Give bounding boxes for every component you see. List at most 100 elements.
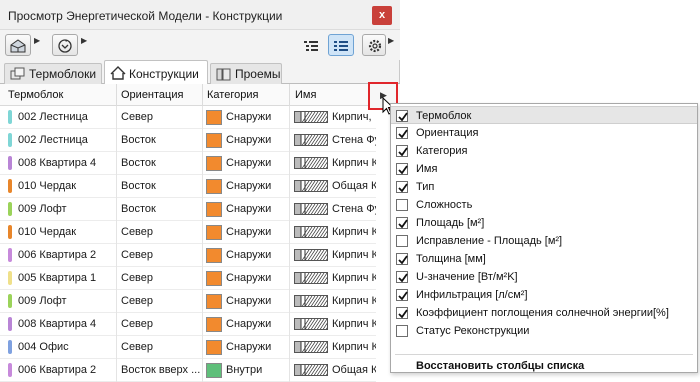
table-row[interactable]: 005 Квартира 1 Север Снаружи Кирпич К [0,267,376,290]
column-menu-item[interactable]: Тип [391,178,697,196]
cell-orientation: Восток [121,134,156,146]
structure-hatch-icon [294,341,328,353]
cell-category: Снаружи [226,226,272,238]
checkbox[interactable] [396,325,408,337]
constructions-table: Термоблок Ориентация Категория Имя 002 Л… [0,84,400,382]
table-row[interactable]: 006 Квартира 2 Восток вверх ... Внутри Обща… [0,359,376,382]
category-color-swatch [206,225,222,240]
thermal-block-color-tag [8,179,12,193]
cell-name: Кирпич К [332,249,376,261]
cell-category: Снаружи [226,341,272,353]
column-menu-item-label: Термоблок [416,110,472,122]
tab-label: Проемы [235,67,281,81]
thermal-block-color-tag [8,110,12,124]
column-menu-item-label: Коэффициент поглощения солнечной энергии… [416,307,669,319]
cell-thermal-block: 008 Квартира 4 [18,318,97,330]
checkmark-icon [398,309,408,319]
table-row[interactable]: 009 Лофт Восток Снаружи Стена Фу [0,198,376,221]
cell-name: Кирпич, [332,111,372,123]
column-menu-item[interactable]: Термоблок [391,106,697,124]
structure-hatch-icon [294,226,328,238]
table-row[interactable]: 010 Чердак Восток Снаружи Общая К [0,175,376,198]
table-row[interactable]: 004 Офис Север Снаружи Кирпич К [0,336,376,359]
column-menu-item[interactable]: Толщина [мм] [391,250,697,268]
checkbox[interactable] [396,217,408,229]
category-color-swatch [206,317,222,332]
close-button[interactable]: x [372,6,392,25]
toolbar: ▶ ▶ ▶ [0,30,400,60]
column-header-thermal-block[interactable]: Термоблок [8,89,63,101]
title-bar[interactable]: Просмотр Энергетической Модели - Констру… [0,0,400,30]
cell-name: Общая К [332,180,376,192]
settings-dropdown-icon[interactable]: ▶ [388,36,394,45]
column-menu-item-label: Тип [416,181,435,193]
details-view-button[interactable] [328,34,354,56]
cell-category: Снаружи [226,203,272,215]
column-menu-item[interactable]: Инфильтрация [л/см²] [391,286,697,304]
refresh-dropdown-icon[interactable]: ▶ [81,36,87,45]
column-menu-item-label: Статус Реконструкции [416,325,530,337]
model-view-icon [10,39,26,53]
checkbox[interactable] [396,253,408,265]
column-menu-item-label: Сложность [416,199,473,211]
column-menu-item-label: Исправление - Площадь [м²] [416,235,563,247]
table-header: Термоблок Ориентация Категория Имя [0,84,400,106]
table-row[interactable]: 009 Лофт Север Снаружи Кирпич К [0,290,376,313]
category-color-swatch [206,294,222,309]
menu-divider [395,354,693,355]
window-title: Просмотр Энергетической Модели - Констру… [8,9,283,23]
column-menu-item[interactable]: Ориентация [391,124,697,142]
checkbox[interactable] [396,271,408,283]
structure-hatch-icon [294,295,328,307]
column-menu-item[interactable]: U-значение [Вт/м²K] [391,268,697,286]
structure-hatch-icon [294,134,328,146]
column-menu-item[interactable]: Исправление - Площадь [м²] [391,232,697,250]
checkbox[interactable] [396,110,408,122]
checkmark-icon [398,183,408,193]
column-menu-item[interactable]: Сложность [391,196,697,214]
column-menu-item-label: Имя [416,163,438,175]
cell-thermal-block: 010 Чердак [18,226,77,238]
column-menu-item[interactable]: Имя [391,160,697,178]
thermal-block-color-tag [8,202,12,216]
category-color-swatch [206,363,222,378]
checkbox[interactable] [396,199,408,211]
table-row[interactable]: 008 Квартира 4 Север Снаружи Кирпич К [0,313,376,336]
column-header-orientation[interactable]: Ориентация [121,89,183,101]
list-view-button[interactable] [298,34,324,56]
checkbox[interactable] [396,307,408,319]
energy-model-window: Просмотр Энергетической Модели - Констру… [0,0,400,382]
checkbox[interactable] [396,163,408,175]
checkbox[interactable] [396,235,408,247]
cell-name: Кирпич К [332,295,376,307]
settings-button[interactable] [362,34,386,56]
restore-columns-item[interactable]: Восстановить столбцы списка [416,360,584,372]
checkbox[interactable] [396,181,408,193]
structure-hatch-icon [294,249,328,261]
model-view-button[interactable] [5,34,31,56]
table-row[interactable]: 010 Чердак Север Снаружи Кирпич К [0,221,376,244]
category-color-swatch [206,110,222,125]
column-menu-item[interactable]: Категория [391,142,697,160]
refresh-button[interactable] [52,34,78,56]
column-menu-item[interactable]: Коэффициент поглощения солнечной энергии… [391,304,697,322]
checkmark-icon [398,219,408,229]
checkbox[interactable] [396,289,408,301]
column-menu-item[interactable]: Статус Реконструкции [391,322,697,340]
tab-thermal-blocks[interactable]: Термоблоки [4,63,102,84]
column-header-name[interactable]: Имя [295,89,316,101]
table-row[interactable]: 002 Лестница Север Снаружи Кирпич, [0,106,376,129]
table-row[interactable]: 008 Квартира 4 Восток Снаружи Кирпич К [0,152,376,175]
tab-openings[interactable]: Проемы [210,63,282,84]
table-row[interactable]: 002 Лестница Восток Снаружи Стена Фу [0,129,376,152]
column-menu-item[interactable]: Площадь [м²] [391,214,697,232]
tab-constructions[interactable]: Конструкции [104,60,208,85]
checkbox[interactable] [396,127,408,139]
model-view-dropdown-icon[interactable]: ▶ [34,36,40,45]
checkbox[interactable] [396,145,408,157]
column-menu-item-label: Инфильтрация [л/см²] [416,289,528,301]
checkmark-icon [398,165,408,175]
table-row[interactable]: 006 Квартира 2 Север Снаружи Кирпич К [0,244,376,267]
structure-hatch-icon [294,318,328,330]
column-header-category[interactable]: Категория [207,89,258,101]
